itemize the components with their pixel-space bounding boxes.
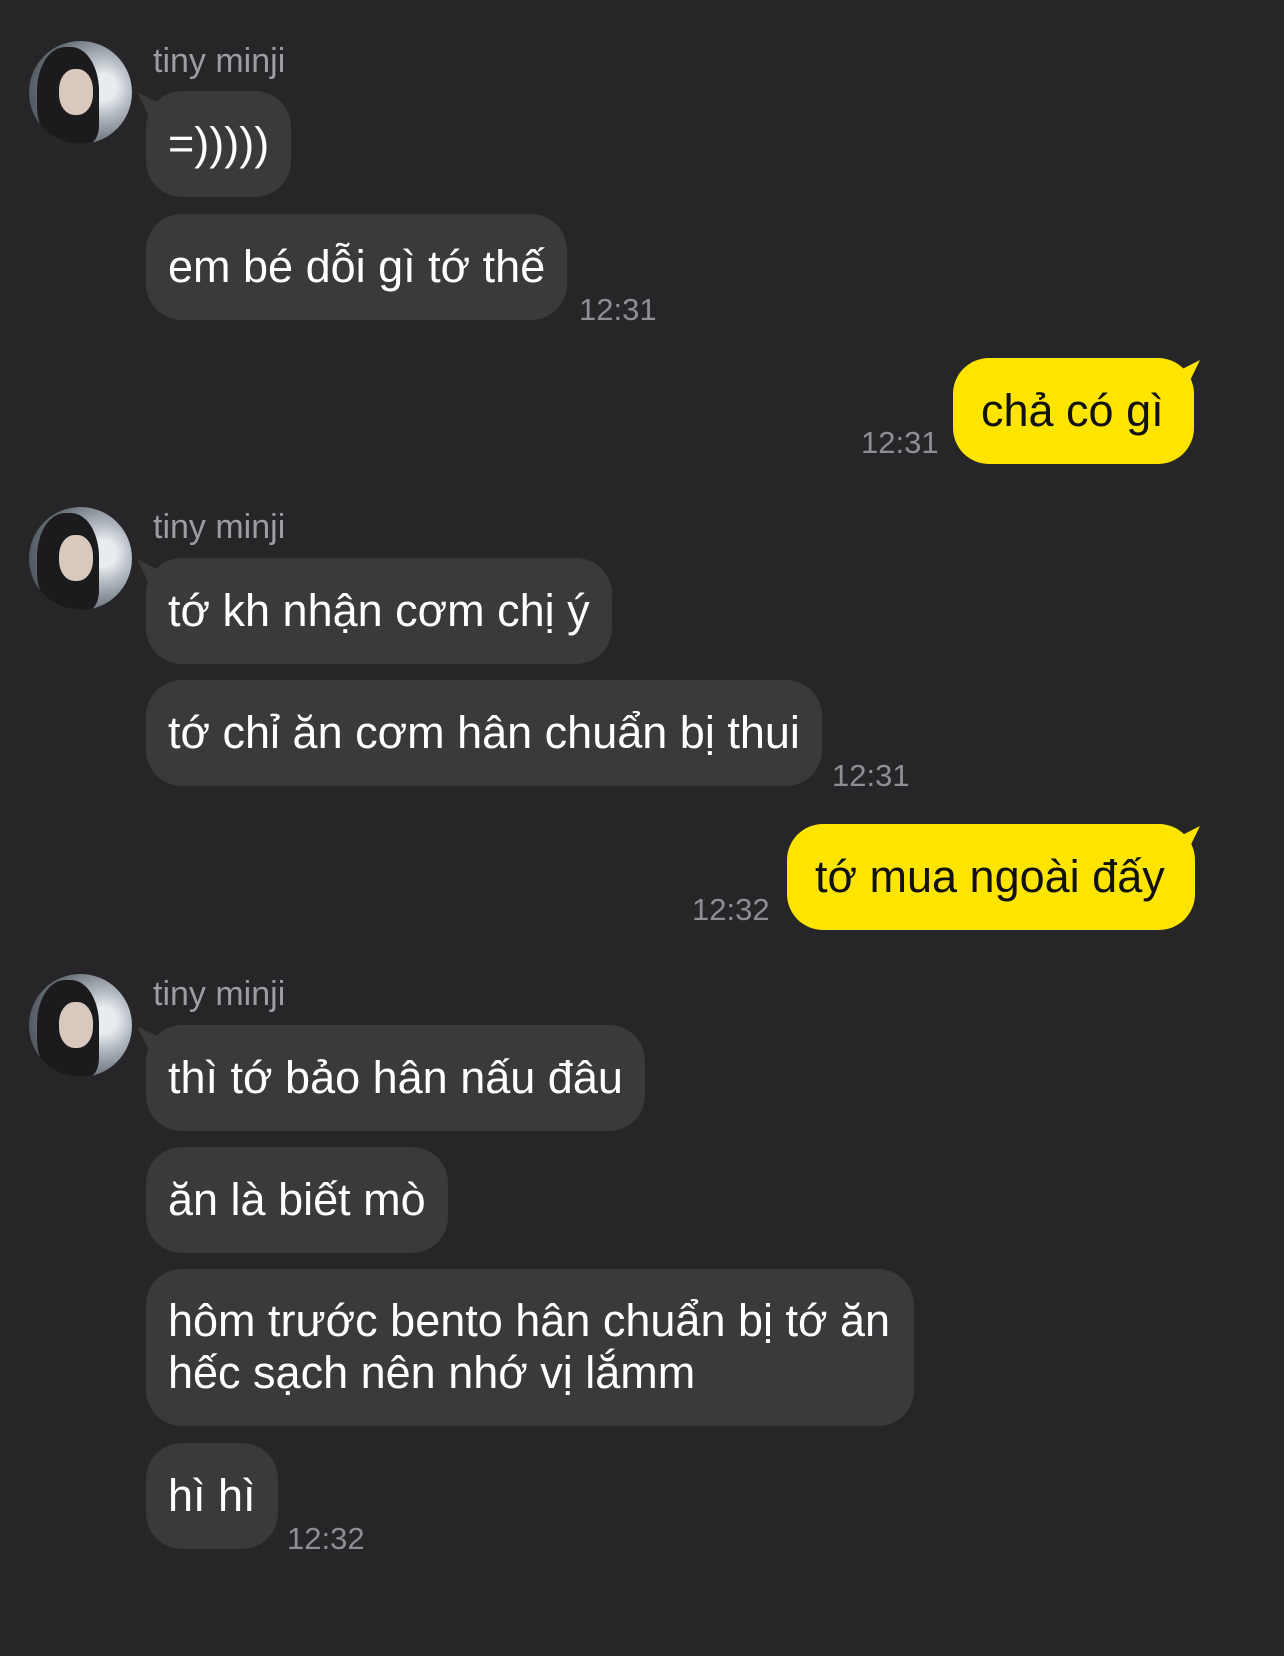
sender-name: tiny minji — [153, 508, 286, 546]
avatar-face — [59, 1002, 93, 1048]
outgoing-message[interactable]: tớ mua ngoài đấy — [787, 824, 1195, 930]
incoming-message[interactable]: =))))) — [146, 91, 292, 197]
avatar-face — [59, 535, 93, 581]
incoming-message[interactable]: tớ chỉ ăn cơm hân chuẩn bị thui — [146, 680, 822, 786]
sender-name: tiny minji — [153, 42, 286, 80]
incoming-message[interactable]: ăn là biết mò — [146, 1147, 448, 1253]
message-timestamp: 12:32 — [287, 1521, 365, 1556]
incoming-message[interactable]: em bé dỗi gì tớ thế — [146, 214, 568, 320]
incoming-message[interactable]: hì hì — [146, 1443, 278, 1549]
message-timestamp: 12:31 — [861, 425, 939, 460]
incoming-message[interactable]: hôm trước bento hân chuẩn bị tớ ăn hếc s… — [146, 1269, 914, 1426]
incoming-message[interactable]: tớ kh nhận cơm chị ý — [146, 558, 612, 664]
sender-avatar[interactable] — [29, 974, 132, 1077]
message-timestamp: 12:31 — [832, 758, 910, 793]
incoming-message[interactable]: thì tớ bảo hân nấu đâu — [146, 1025, 645, 1131]
message-timestamp: 12:31 — [579, 292, 657, 327]
sender-name: tiny minji — [153, 975, 286, 1013]
sender-avatar[interactable] — [29, 507, 132, 610]
sender-avatar[interactable] — [29, 41, 132, 144]
message-timestamp: 12:32 — [692, 892, 770, 927]
outgoing-message[interactable]: chả có gì — [953, 358, 1194, 464]
avatar-face — [59, 69, 93, 115]
